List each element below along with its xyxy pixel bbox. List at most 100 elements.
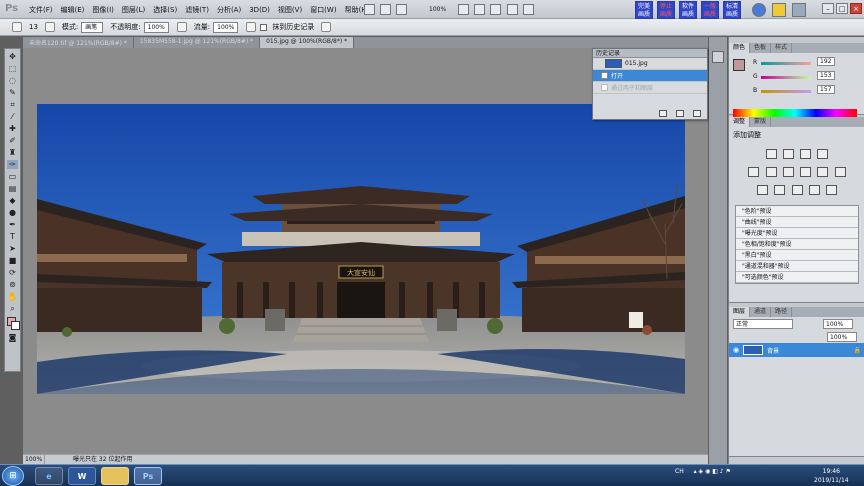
brush-size[interactable]: 13 — [29, 23, 38, 31]
clone-stamp-tool-icon[interactable]: ♜ — [7, 148, 18, 157]
doc-tab-2[interactable]: 15835M558-1.jpg @ 121%(RGB/8#) * — [134, 37, 261, 48]
arrange-documents-icon[interactable] — [507, 4, 518, 15]
new-document-icon[interactable] — [659, 110, 667, 117]
channel-mixer-icon[interactable] — [834, 167, 846, 177]
menu-file[interactable]: 文件(F) — [25, 5, 57, 15]
erase-history-checkbox[interactable] — [260, 23, 268, 31]
menu-select[interactable]: 选择(S) — [149, 5, 181, 15]
brush-tool-icon[interactable]: ✐ — [7, 136, 18, 145]
levels-icon[interactable] — [782, 149, 794, 159]
menu-window[interactable]: 窗口(W) — [306, 5, 340, 15]
status-zoom[interactable]: 100% — [23, 455, 45, 464]
layer-opacity-input[interactable]: 100% — [823, 319, 853, 329]
oem-button-1[interactable]: 完美 画质 — [635, 1, 653, 19]
doc-tab-3[interactable]: 015.jpg @ 100%(RGB/8*) * — [260, 37, 355, 48]
tab-channels[interactable]: 通道 — [750, 307, 772, 317]
brush-tool-icon[interactable] — [12, 22, 22, 32]
pen-tool-icon[interactable]: ✒ — [7, 220, 18, 229]
mode-select[interactable]: 画笔 — [81, 21, 104, 33]
tab-layers[interactable]: 图层 — [729, 307, 751, 317]
menu-layer[interactable]: 图层(L) — [118, 5, 149, 15]
menu-filter[interactable]: 滤镜(T) — [181, 5, 213, 15]
oem-button-4[interactable]: 一般 画质 — [701, 1, 719, 19]
color-balance-icon[interactable] — [782, 167, 794, 177]
black-white-icon[interactable] — [800, 167, 812, 177]
preset-curves[interactable]: "曲线"预设 — [736, 217, 858, 228]
quick-mask-icon[interactable]: ◙ — [7, 333, 18, 342]
r-value[interactable]: 192 — [817, 57, 835, 66]
explorer-taskbar-button[interactable] — [101, 467, 129, 485]
posterize-icon[interactable] — [774, 185, 786, 195]
b-slider[interactable] — [761, 90, 811, 93]
trash-icon[interactable] — [693, 110, 701, 117]
tab-styles[interactable]: 样式 — [771, 43, 793, 53]
hue-saturation-icon[interactable] — [765, 167, 777, 177]
color-spectrum[interactable] — [733, 109, 857, 117]
zoom-level[interactable]: 100% — [429, 6, 446, 13]
invert-icon[interactable] — [757, 185, 769, 195]
foreground-swatch[interactable] — [733, 59, 745, 71]
menu-view[interactable]: 视图(V) — [274, 5, 306, 15]
maximize-icon[interactable]: □ — [836, 3, 848, 14]
3d-orbit-tool-icon[interactable]: ⊚ — [7, 280, 18, 289]
dodge-tool-icon[interactable]: ● — [7, 208, 18, 217]
crop-tool-icon[interactable]: ⌗ — [7, 100, 18, 109]
hand-tool-icon[interactable] — [458, 4, 469, 15]
background-color-swatch[interactable] — [11, 321, 20, 330]
threshold-icon[interactable] — [791, 185, 803, 195]
lightning-icon[interactable] — [772, 3, 786, 17]
photoshop-taskbar-button[interactable]: Ps — [134, 467, 162, 485]
menu-edit[interactable]: 编辑(E) — [57, 5, 89, 15]
history-item-ghost[interactable]: 通过两子和图层 — [593, 82, 707, 94]
input-language[interactable]: CH — [675, 468, 684, 475]
g-slider[interactable] — [761, 76, 811, 79]
screen-mode-icon[interactable] — [523, 4, 534, 15]
r-slider[interactable] — [761, 62, 811, 65]
rotate-view-icon[interactable] — [490, 4, 501, 15]
view-extras-icon[interactable] — [396, 4, 407, 15]
lasso-tool-icon[interactable]: ◌ — [7, 76, 18, 85]
menu-analysis[interactable]: 分析(A) — [213, 5, 245, 15]
tab-color[interactable]: 颜色 — [729, 43, 751, 53]
mini-bridge-icon[interactable] — [380, 4, 391, 15]
preset-levels[interactable]: "色阶"预设 — [736, 206, 858, 217]
screen-icon[interactable] — [792, 3, 806, 17]
preset-exposure[interactable]: "曝光度"预设 — [736, 228, 858, 239]
quick-select-tool-icon[interactable]: ✎ — [7, 88, 18, 97]
bridge-icon[interactable] — [364, 4, 375, 15]
minimize-icon[interactable]: – — [822, 3, 834, 14]
blend-mode-select[interactable]: 正常 — [733, 319, 793, 329]
history-item-selected[interactable]: 打开 — [593, 70, 707, 82]
oem-button-2[interactable]: 停止 画质 — [657, 1, 675, 19]
type-tool-icon[interactable]: T — [7, 232, 18, 241]
tray-icons[interactable]: ▴ ◈ ◉ ◧ ♪ ⚑ — [694, 468, 731, 475]
vibrance-icon[interactable] — [748, 167, 760, 177]
new-snapshot-icon[interactable] — [676, 110, 684, 117]
preset-channel-mixer[interactable]: "通道混和器"预设 — [736, 261, 858, 272]
hand-tool-icon[interactable]: ✋ — [7, 292, 18, 301]
eye-icon[interactable]: ◉ — [733, 346, 739, 354]
ie-taskbar-button[interactable]: e — [35, 467, 63, 485]
menu-3d[interactable]: 3D(D) — [245, 6, 274, 14]
tab-masks[interactable]: 蒙版 — [750, 117, 772, 127]
airbrush-icon[interactable] — [246, 22, 257, 32]
start-button[interactable]: ⊞ — [2, 466, 24, 486]
preset-hue-sat[interactable]: "色相/饱和度"预设 — [736, 239, 858, 250]
pressure-opacity-icon[interactable] — [176, 22, 187, 32]
blur-tool-icon[interactable]: ◆ — [7, 196, 18, 205]
doc-tab-1[interactable]: 未命名120.tif @ 121%(RGB/8#) * — [23, 37, 134, 48]
path-select-tool-icon[interactable]: ➤ — [7, 244, 18, 253]
selective-color-icon[interactable] — [825, 185, 837, 195]
flow-input[interactable]: 100% — [213, 21, 239, 33]
g-value[interactable]: 153 — [817, 71, 835, 80]
history-panel-icon[interactable] — [712, 51, 724, 63]
preset-selective-color[interactable]: "可选颜色"预设 — [736, 272, 858, 283]
3d-rotate-tool-icon[interactable]: ⟳ — [7, 268, 18, 277]
healing-tool-icon[interactable]: ✚ — [7, 124, 18, 133]
oem-button-5[interactable]: 标清 画质 — [723, 1, 741, 19]
zoom-tool-icon[interactable]: ⌕ — [7, 304, 18, 313]
word-taskbar-button[interactable]: W — [68, 467, 96, 485]
photo-filter-icon[interactable] — [817, 167, 829, 177]
brightness-icon[interactable] — [765, 149, 777, 159]
opacity-input[interactable]: 100% — [143, 21, 169, 33]
